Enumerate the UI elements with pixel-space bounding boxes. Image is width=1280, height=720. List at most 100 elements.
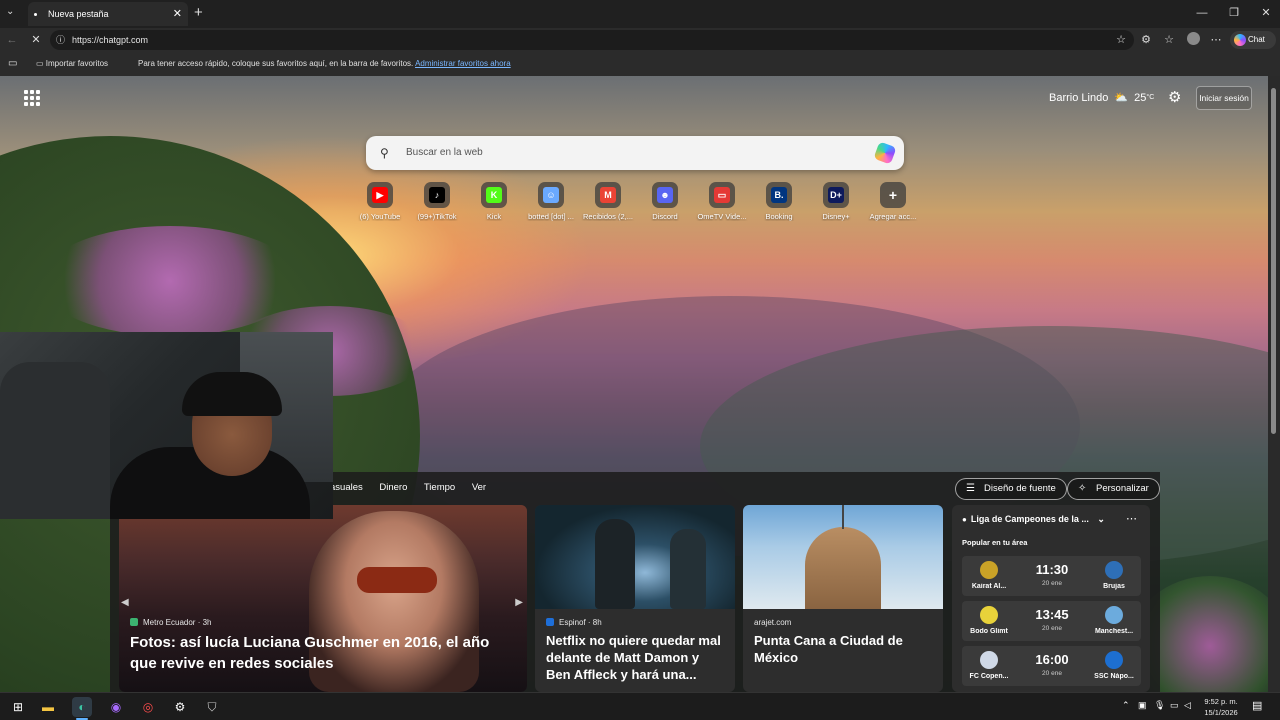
url-text: https://chatgpt.com — [72, 35, 149, 45]
site-info-icon[interactable]: ⓘ — [56, 30, 65, 50]
quick-link-booking[interactable]: B. Booking — [749, 182, 809, 221]
news-card[interactable]: Espinof · 8h Netflix no quiere quedar ma… — [535, 505, 735, 692]
edge-icon[interactable]: ◐ — [72, 697, 92, 717]
restore-button[interactable]: ❐ — [1218, 0, 1250, 28]
news-card[interactable]: ◀ ▶ Metro Ecuador · 3h Fotos: así lucía … — [119, 505, 527, 692]
kick-icon: K — [486, 187, 502, 203]
new-tab-button[interactable]: + — [194, 4, 203, 21]
source-logo-icon — [130, 618, 138, 626]
away-team-name: Brujas — [1103, 583, 1125, 590]
location-label: Barrio Lindo — [1049, 92, 1109, 104]
carousel-prev-icon[interactable]: ◀ — [121, 597, 129, 608]
address-bar[interactable]: ⓘ https://chatgpt.com ☆ — [50, 30, 1134, 50]
stop-loading-icon[interactable]: ✕ — [28, 32, 44, 48]
profile-avatar[interactable] — [1185, 32, 1201, 48]
quick-link-ometv[interactable]: ▭ OmeTV Vide... — [692, 182, 752, 221]
match-row[interactable]: Bodo Glimt Manchest... 13:45 20 ene — [962, 601, 1141, 641]
quick-link-plus[interactable]: + Agregar acc... — [863, 182, 923, 221]
web-search-box[interactable]: ⚲ Buscar en la web — [366, 136, 904, 170]
search-icon: ⚲ — [380, 146, 389, 160]
quick-link-label: Disney+ — [822, 212, 850, 221]
tab-new-tab[interactable]: Nueva pestaña ✕ — [28, 2, 188, 26]
match-row[interactable]: FC Copen... SSC Nápo... 16:00 20 ene — [962, 646, 1141, 686]
tab-list-chevron-icon[interactable]: ⌄ — [6, 6, 14, 17]
robot-icon: ☺ — [543, 187, 559, 203]
quick-link-robot[interactable]: ☺ botted [dot] ... — [521, 182, 581, 221]
nav-item[interactable]: Tiempo — [424, 482, 455, 493]
quick-link-discord[interactable]: ☻ Discord — [635, 182, 695, 221]
tray-chevron-icon[interactable]: ⌃ — [1122, 700, 1130, 711]
quick-link-label: Agregar acc... — [869, 212, 917, 221]
nav-item[interactable]: Ver — [472, 482, 486, 493]
import-favorites-button[interactable]: ▭ Importar favoritos — [36, 52, 108, 76]
carousel-next-icon[interactable]: ▶ — [515, 597, 523, 608]
volume-icon[interactable]: ◁ — [1184, 700, 1191, 711]
quick-link-label: (99+)TikTok — [417, 212, 457, 221]
signin-button[interactable]: Iniciar sesión — [1196, 86, 1252, 110]
away-team-crest-icon — [1105, 651, 1123, 669]
quick-link-tiktok[interactable]: ♪ (99+)TikTok — [407, 182, 467, 221]
nav-item[interactable]: Dinero — [379, 482, 407, 493]
tab-close-icon[interactable]: ✕ — [173, 2, 182, 26]
close-window-button[interactable]: ✕ — [1250, 0, 1280, 28]
windows-start-icon[interactable]: ⊞ — [8, 697, 28, 717]
quick-link-kick[interactable]: K Kick — [464, 182, 524, 221]
font-design-button[interactable]: ☰ Diseño de fuente — [955, 478, 1067, 500]
extensions-icon[interactable]: ⚙ — [1138, 32, 1154, 48]
network-icon[interactable]: ▭ — [1170, 700, 1179, 711]
minimize-button[interactable]: — — [1186, 0, 1218, 28]
copilot-app-icon[interactable]: ◉ — [106, 697, 126, 717]
settings-app-icon[interactable]: ⚙ — [170, 697, 190, 717]
copilot-chat-button[interactable]: Chat — [1230, 31, 1276, 49]
favorite-star-icon[interactable]: ☆ — [1116, 30, 1126, 50]
news-title[interactable]: Punta Cana a Ciudad de México — [754, 632, 933, 666]
webcam-overlay — [0, 332, 333, 519]
quick-link-tile: ♪ — [424, 182, 450, 208]
file-explorer-icon[interactable]: ▬ — [38, 697, 58, 717]
sparkle-icon: ✧ — [1078, 483, 1087, 494]
source-name: Metro Ecuador — [143, 618, 196, 627]
app-launcher-icon[interactable] — [24, 90, 40, 106]
flagpole — [842, 505, 844, 529]
news-source: Metro Ecuador · 3h — [130, 618, 211, 627]
obs-icon[interactable]: ◎ — [138, 697, 158, 717]
news-card[interactable]: arajet.com Punta Cana a Ciudad de México — [743, 505, 943, 692]
tray-app-icon[interactable]: ▣ — [1138, 700, 1147, 711]
quick-link-tile: ☺ — [538, 182, 564, 208]
away-team-name: SSC Nápo... — [1094, 673, 1134, 680]
quick-link-gmail[interactable]: M Recibidos (2,... — [578, 182, 638, 221]
notifications-icon[interactable]: ▤ — [1252, 699, 1262, 712]
news-title[interactable]: Netflix no quiere quedar mal delante de … — [546, 632, 725, 683]
youtube-icon: ▶ — [372, 187, 388, 203]
security-shield-icon[interactable]: ⛉ — [202, 697, 222, 717]
back-icon[interactable]: ← — [4, 32, 20, 48]
more-menu-icon[interactable]: ⋯ — [1208, 32, 1224, 48]
customize-button[interactable]: ✧ Personalizar — [1067, 478, 1160, 500]
quick-link-label: botted [dot] ... — [528, 212, 574, 221]
weather-widget[interactable]: Barrio Lindo ⛅ 25°C — [1049, 88, 1154, 108]
news-title[interactable]: Fotos: así lucía Luciana Guschmer en 201… — [130, 632, 517, 674]
match-row[interactable]: Kairat Al... Brujas 11:30 20 ene — [962, 556, 1141, 596]
settings-gear-icon[interactable]: ⚙ — [1168, 88, 1181, 106]
system-clock[interactable]: 9:52 p. m. 15/1/2026 — [1198, 696, 1244, 718]
quick-link-tile: ▭ — [709, 182, 735, 208]
news-source: Espinof · 8h — [546, 618, 602, 627]
scrollbar-thumb[interactable] — [1271, 88, 1276, 434]
quick-link-youtube[interactable]: ▶ (6) YouTube — [350, 182, 410, 221]
manage-favorites-link[interactable]: Administrar favoritos ahora — [415, 59, 511, 68]
copilot-icon[interactable] — [873, 141, 897, 165]
nav-item[interactable]: asuales — [330, 482, 363, 493]
reading-view-icon[interactable]: ▭ — [8, 52, 17, 76]
gmail-icon: M — [600, 187, 616, 203]
favorites-icon[interactable]: ☆ — [1161, 32, 1177, 48]
league-header[interactable]: ● Liga de Campeones de la ... ⌄ — [962, 514, 1105, 525]
taskbar: ⊞ ▬ ◐ ◉ ◎ ⚙ ⛉ ⌃ ▣ 🎙 ▭ ◁ 9:52 p. m. 15/1/… — [0, 692, 1280, 720]
microphone-icon[interactable]: 🎙 — [1154, 700, 1165, 711]
chevron-down-icon[interactable]: ⌄ — [1097, 514, 1105, 524]
chat-label: Chat — [1248, 35, 1265, 44]
quick-link-disney[interactable]: D+ Disney+ — [806, 182, 866, 221]
more-options-icon[interactable]: ⋯ — [1126, 512, 1137, 525]
quick-link-tile: D+ — [823, 182, 849, 208]
import-favorites-label: Importar favoritos — [45, 59, 109, 68]
plus-icon: + — [888, 187, 898, 203]
